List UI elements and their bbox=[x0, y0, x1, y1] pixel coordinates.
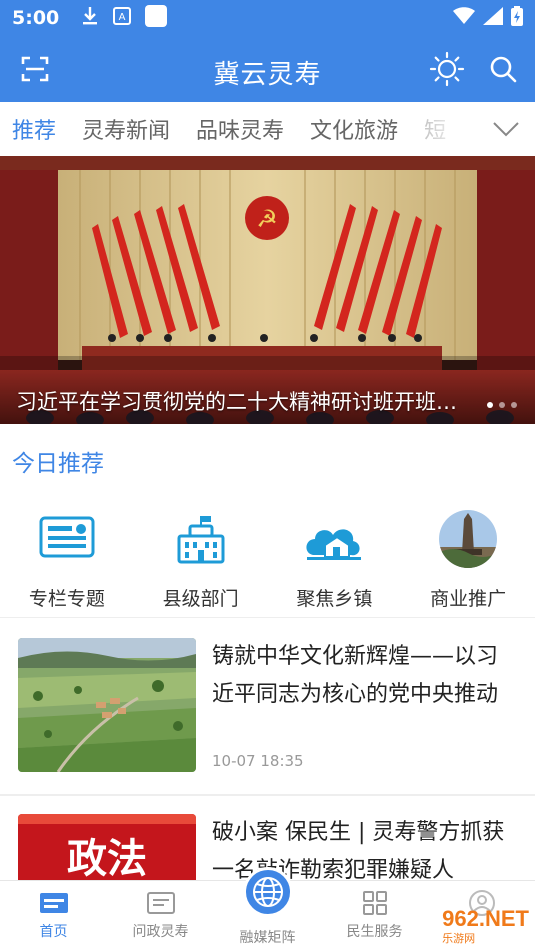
status-time: 5:00 bbox=[12, 7, 60, 29]
nav-label: 问政灵寿 bbox=[132, 924, 189, 940]
download-icon bbox=[81, 6, 99, 30]
search-icon[interactable] bbox=[484, 50, 522, 88]
carousel-dot bbox=[499, 402, 505, 408]
carousel-dot bbox=[487, 402, 493, 408]
tab-recommend[interactable]: 推荐 bbox=[12, 113, 56, 145]
site-watermark: 962.NET 乐游网 bbox=[442, 908, 529, 946]
news-title: 铸就中华文化新辉煌——以习近平同志为核心的党中央推动文化繁荣发展 bbox=[212, 644, 499, 707]
home-icon bbox=[39, 889, 69, 917]
category-focus-towns[interactable]: 聚焦乡镇 bbox=[268, 494, 402, 617]
category-commercial-promotion[interactable]: 商业推广 bbox=[401, 494, 535, 617]
column-topic-icon bbox=[36, 508, 98, 570]
monument-photo-icon bbox=[437, 508, 499, 570]
news-thumbnail bbox=[18, 638, 196, 772]
news-time: 10-07 18:35 bbox=[212, 752, 304, 770]
carousel-dot bbox=[511, 402, 517, 408]
tab-culture-tourism[interactable]: 文化旅游 bbox=[310, 113, 398, 145]
app-header: 冀云灵寿 bbox=[0, 36, 535, 102]
banner-image: ☭ bbox=[0, 156, 535, 424]
inquiry-icon bbox=[146, 889, 176, 917]
nav-label: 首页 bbox=[39, 924, 68, 940]
channel-tabs: 推荐 灵寿新闻 品味灵寿 文化旅游 短 bbox=[0, 102, 535, 156]
category-county-departments[interactable]: 县级部门 bbox=[134, 494, 268, 617]
nav-home[interactable]: 首页 bbox=[0, 881, 107, 952]
village-house-icon bbox=[303, 508, 365, 570]
blank-square-icon bbox=[145, 5, 168, 31]
globe-icon bbox=[242, 867, 293, 917]
news-item[interactable]: 铸就中华文化新辉煌——以习近平同志为核心的党中央推动文化繁荣发展 10-07 1… bbox=[0, 618, 535, 794]
category-label: 聚焦乡镇 bbox=[296, 588, 373, 610]
tabs-fade bbox=[417, 102, 487, 156]
status-icons-left: A bbox=[81, 5, 168, 31]
services-grid-icon bbox=[362, 889, 388, 917]
nav-media-matrix[interactable]: 融媒矩阵 bbox=[214, 867, 321, 952]
tab-lingshou-news[interactable]: 灵寿新闻 bbox=[82, 113, 170, 145]
app-notification-icon: A bbox=[113, 7, 132, 29]
category-label: 县级部门 bbox=[162, 588, 239, 610]
category-shortcuts: 专栏专题 县级部门 聚焦乡镇 商业推广 bbox=[0, 494, 535, 618]
category-label: 专栏专题 bbox=[28, 588, 105, 610]
wifi-icon bbox=[453, 7, 475, 29]
nav-label: 民生服务 bbox=[346, 924, 403, 940]
status-icons-right bbox=[453, 6, 523, 30]
nav-services[interactable]: 民生服务 bbox=[321, 881, 428, 952]
banner-caption: 习近平在学习贯彻党的二十大精神研讨班开班式上发表重要讲话 bbox=[16, 390, 465, 414]
watermark-text: 962.NET bbox=[442, 906, 529, 931]
signal-icon bbox=[483, 7, 503, 29]
government-building-icon bbox=[170, 508, 232, 570]
status-bar: 5:00 A bbox=[0, 0, 535, 36]
svg-text:A: A bbox=[119, 12, 126, 23]
category-label: 商业推广 bbox=[430, 588, 507, 610]
nav-label: 融媒矩阵 bbox=[239, 930, 296, 946]
svg-text:☭: ☭ bbox=[256, 205, 278, 233]
tab-taste-lingshou[interactable]: 品味灵寿 bbox=[196, 113, 284, 145]
battery-charging-icon bbox=[511, 6, 523, 30]
category-column-topic[interactable]: 专栏专题 bbox=[0, 494, 134, 617]
today-recommend-title: 今日推荐 bbox=[12, 451, 104, 477]
news-thumb-label: 政法 bbox=[67, 835, 147, 880]
chevron-down-icon[interactable] bbox=[491, 116, 521, 142]
banner-carousel[interactable]: ☭ 习近平在学习贯彻党的二十大精神研讨班开班式上 bbox=[0, 156, 535, 424]
watermark-sub: 乐游网 bbox=[442, 933, 476, 945]
news-thumbnail: 政法 bbox=[18, 814, 196, 880]
brightness-icon[interactable] bbox=[428, 50, 466, 88]
nav-inquiry[interactable]: 问政灵寿 bbox=[107, 881, 214, 952]
carousel-dots bbox=[487, 402, 517, 408]
today-recommend-section: 今日推荐 bbox=[0, 424, 535, 494]
bottom-navigation: 首页 问政灵寿 融媒矩阵 民生服务 962.NET 乐游网 bbox=[0, 867, 535, 952]
